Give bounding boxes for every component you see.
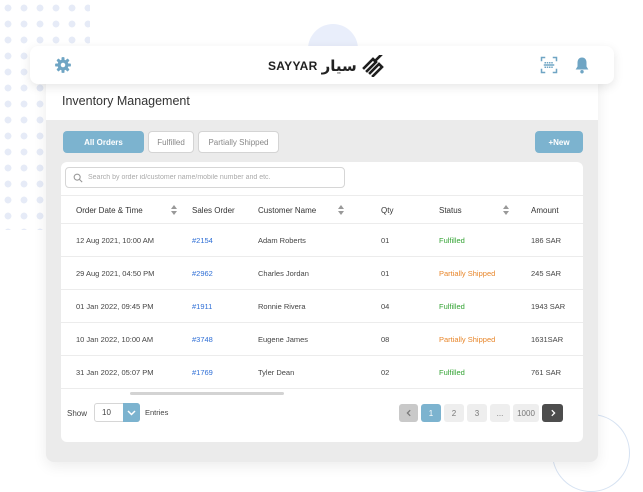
search-icon bbox=[73, 173, 83, 183]
cell-amount: 761 SAR bbox=[531, 368, 562, 377]
cell-sales-order-link[interactable]: #1911 bbox=[192, 302, 212, 311]
page-title: Inventory Management bbox=[62, 94, 190, 108]
app-header: SAYYAR سيار bbox=[30, 46, 614, 84]
cell-date: 12 Aug 2021, 10:00 AM bbox=[76, 236, 154, 245]
tab-partially-shipped[interactable]: Partially Shipped bbox=[198, 131, 279, 153]
gear-icon[interactable] bbox=[54, 56, 72, 74]
entries-label: Entries bbox=[145, 408, 169, 417]
table-row[interactable]: 10 Jan 2022, 10:00 AM #3748 Eugene James… bbox=[61, 323, 583, 356]
cell-amount: 1631SAR bbox=[531, 335, 564, 344]
pagination-ellipsis: ... bbox=[490, 404, 510, 422]
cell-sales-order-link[interactable]: #3748 bbox=[192, 335, 213, 344]
cell-qty: 01 bbox=[381, 236, 390, 245]
table-row[interactable]: 01 Jan 2022, 09:45 PM #1911 Ronnie River… bbox=[61, 290, 583, 323]
cell-status: Fulfilled bbox=[439, 302, 465, 311]
cell-qty: 08 bbox=[381, 335, 390, 344]
pagination-page-last[interactable]: 1000 bbox=[513, 404, 539, 422]
cell-customer: Tyler Dean bbox=[258, 368, 295, 377]
cell-date: 31 Jan 2022, 05:07 PM bbox=[76, 368, 154, 377]
chevron-down-icon bbox=[127, 410, 136, 416]
cell-amount: 245 SAR bbox=[531, 269, 562, 278]
search-box bbox=[65, 167, 345, 188]
new-order-button[interactable]: +New bbox=[535, 131, 583, 153]
tab-all-orders[interactable]: All Orders bbox=[63, 131, 144, 153]
chevron-left-icon bbox=[405, 409, 411, 417]
cell-customer: Adam Roberts bbox=[258, 236, 306, 245]
cell-sales-order-link[interactable]: #2962 bbox=[192, 269, 213, 278]
brand-name-en: SAYYAR bbox=[268, 59, 318, 73]
table-header: Order Date & Time Sales Order Customer N… bbox=[61, 195, 583, 224]
pagination-prev-button[interactable] bbox=[399, 404, 418, 422]
cell-date: 10 Jan 2022, 10:00 AM bbox=[76, 335, 154, 344]
cell-amount: 1943 SAR bbox=[531, 302, 566, 311]
cell-date: 29 Aug 2021, 04:50 PM bbox=[76, 269, 155, 278]
column-header-qty: Qty bbox=[381, 206, 394, 215]
cell-amount: 186 SAR bbox=[531, 236, 562, 245]
chevron-right-icon bbox=[550, 409, 556, 417]
brand-logo: SAYYAR سيار bbox=[268, 55, 387, 77]
brand-mark-icon bbox=[361, 55, 384, 77]
scan-icon[interactable] bbox=[540, 56, 558, 74]
cell-qty: 01 bbox=[381, 269, 390, 278]
bell-icon[interactable] bbox=[573, 56, 591, 74]
column-header-amount: Amount bbox=[531, 206, 559, 215]
sort-icon[interactable] bbox=[338, 205, 344, 215]
column-header-customer-name: Customer Name bbox=[258, 206, 317, 215]
table-row[interactable]: 31 Jan 2022, 05:07 PM #1769 Tyler Dean 0… bbox=[61, 356, 583, 389]
tab-fulfilled[interactable]: Fulfilled bbox=[148, 131, 194, 153]
cell-sales-order-link[interactable]: #1769 bbox=[192, 368, 213, 377]
sort-icon[interactable] bbox=[503, 205, 509, 215]
pagination-page-1[interactable]: 1 bbox=[421, 404, 441, 422]
table-row[interactable]: 29 Aug 2021, 04:50 PM #2962 Charles Jord… bbox=[61, 257, 583, 290]
cell-sales-order-link[interactable]: #2154 bbox=[192, 236, 213, 245]
page-size-caret[interactable] bbox=[123, 403, 140, 422]
page-size-value: 10 bbox=[102, 408, 111, 417]
column-header-sales-order: Sales Order bbox=[192, 206, 235, 215]
column-header-order-date: Order Date & Time bbox=[76, 206, 143, 215]
pagination-next-button[interactable] bbox=[542, 404, 563, 422]
show-label: Show bbox=[67, 409, 88, 418]
page-size-select[interactable]: 10 bbox=[94, 403, 140, 422]
search-input[interactable] bbox=[88, 170, 340, 185]
cell-status: Fulfilled bbox=[439, 368, 465, 377]
cell-status: Partially Shipped bbox=[439, 269, 496, 278]
cell-status: Partially Shipped bbox=[439, 335, 496, 344]
cell-qty: 02 bbox=[381, 368, 390, 377]
cell-customer: Eugene James bbox=[258, 335, 309, 344]
sort-icon[interactable] bbox=[171, 205, 177, 215]
cell-status: Fulfilled bbox=[439, 236, 465, 245]
horizontal-scrollbar[interactable] bbox=[130, 392, 284, 395]
cell-date: 01 Jan 2022, 09:45 PM bbox=[76, 302, 154, 311]
pagination-page-3[interactable]: 3 bbox=[467, 404, 487, 422]
table-row[interactable]: 12 Aug 2021, 10:00 AM #2154 Adam Roberts… bbox=[61, 224, 583, 257]
cell-qty: 04 bbox=[381, 302, 390, 311]
pagination-page-2[interactable]: 2 bbox=[444, 404, 464, 422]
column-header-status: Status bbox=[439, 206, 462, 215]
cell-customer: Charles Jordan bbox=[258, 269, 309, 278]
cell-customer: Ronnie Rivera bbox=[258, 302, 306, 311]
brand-name-ar: سيار bbox=[321, 57, 357, 75]
